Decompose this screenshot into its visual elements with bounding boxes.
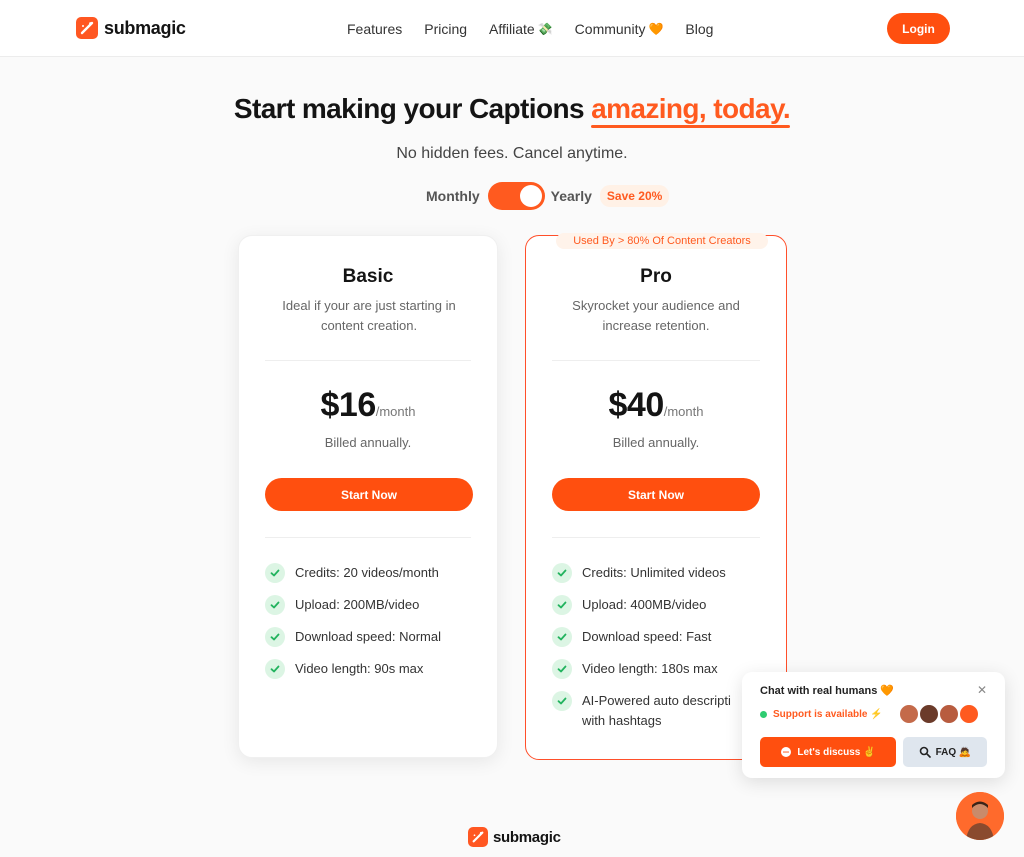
feature-item: Video length: 90s max [265,659,441,679]
nav-features[interactable]: Features [347,21,402,37]
check-icon [552,691,572,711]
logo-text: submagic [104,17,186,38]
chat-bubble-icon [781,747,792,757]
avatar [958,703,980,725]
nav-community[interactable]: Community 🧡 [575,21,664,37]
billing-switch[interactable] [487,182,545,210]
monthly-label[interactable]: Monthly [426,188,480,204]
plan-card-basic: Basic Ideal if your are just starting in… [238,235,498,758]
login-button[interactable]: Login [887,13,950,44]
plan-name: Basic [342,266,394,287]
logo-icon [76,17,98,39]
plan-description: Skyrocket your audience and increase ret… [572,298,740,333]
divider [552,360,760,361]
check-icon [265,563,285,583]
main-nav: Features Pricing Affiliate 💸 Community 🧡 B… [347,21,735,37]
check-icon [265,595,285,615]
chat-widget: Chat with real humans 🧡 ✕ Support is ava… [742,672,1005,778]
nav-blog[interactable]: Blog [685,21,713,37]
page-subtitle: No hidden fees. Cancel anytime. [396,145,628,162]
billing-toggle: Monthly Yearly Save 20% [426,182,670,210]
close-icon[interactable]: ✕ [977,683,987,697]
check-icon [552,627,572,647]
nav-affiliate[interactable]: Affiliate 💸 [489,21,553,37]
feature-item: Download speed: Fast [552,627,752,647]
page-title: Start making your Captions amazing, toda… [233,93,791,128]
feature-list: Credits: 20 videos/month Upload: 200MB/v… [265,563,441,691]
plan-price: $16/month [320,386,416,424]
billing-note: Billed annually. [324,435,412,450]
check-icon [552,659,572,679]
feature-list: Credits: Unlimited videos Upload: 400MB/… [552,563,752,743]
plan-name: Pro [640,266,672,287]
top-nav-bar: submagic Features Pricing Affiliate 💸 Com… [0,0,1024,57]
lets-discuss-button[interactable]: Let's discuss ✌️ [760,737,896,767]
divider [552,537,760,538]
feature-item: Credits: Unlimited videos [552,563,752,583]
title-highlight: amazing, today. [591,93,791,128]
divider [265,537,471,538]
billing-note: Billed annually. [612,435,700,450]
check-icon [265,659,285,679]
search-icon [919,746,931,758]
check-icon [552,595,572,615]
chat-launcher-avatar[interactable] [956,792,1004,840]
check-icon [265,627,285,647]
switch-knob [519,185,542,207]
chat-title: Chat with real humans 🧡 [760,685,895,697]
feature-item: Download speed: Normal [265,627,441,647]
plan-description: Ideal if your are just starting in conte… [282,298,456,333]
heart-icon: 🧡 [648,22,664,36]
feature-item: Upload: 200MB/video [265,595,441,615]
avatar [918,703,940,725]
avatar [898,703,920,725]
plan-price: $40/month [608,386,704,424]
person-avatar-icon [956,792,1004,840]
save-badge: Save 20% [599,185,670,207]
logo-text: submagic [493,828,561,846]
feature-item: AI-Powered auto descripti with hashtags [552,691,752,731]
brand-logo[interactable]: submagic [76,17,186,39]
money-icon: 💸 [537,22,553,36]
support-avatars [898,703,980,725]
avatar [938,703,960,725]
feature-item: Video length: 180s max [552,659,752,679]
start-now-button-basic[interactable]: Start Now [265,478,473,511]
feature-item: Credits: 20 videos/month [265,563,441,583]
popular-badge: Used By > 80% Of Content Creators [556,233,768,249]
online-dot-icon [760,711,767,718]
footer-logo[interactable]: submagic [468,827,561,847]
yearly-label[interactable]: Yearly [551,188,592,204]
faq-button[interactable]: FAQ 🙇 [903,737,987,767]
divider [265,360,471,361]
start-now-button-pro[interactable]: Start Now [552,478,760,511]
nav-pricing[interactable]: Pricing [424,21,467,37]
check-icon [552,563,572,583]
feature-item: Upload: 400MB/video [552,595,752,615]
logo-icon [468,827,488,847]
support-status: Support is available ⚡ [760,709,883,720]
